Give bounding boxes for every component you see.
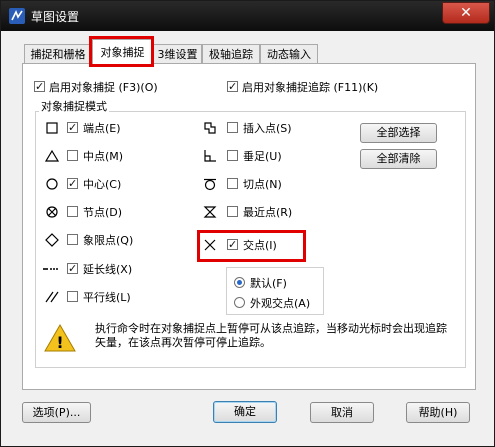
nearest-checkbox[interactable] bbox=[227, 206, 238, 217]
tab-dynamic-input[interactable]: 动态输入 bbox=[260, 44, 318, 63]
quadrant-checkbox[interactable] bbox=[67, 234, 78, 245]
apparent-intersection-radio[interactable] bbox=[234, 297, 245, 308]
node-icon bbox=[46, 206, 58, 218]
nearest-label: 最近点(R) bbox=[243, 206, 293, 219]
tab-snap-grid[interactable]: 捕捉和栅格 bbox=[24, 44, 92, 63]
parallel-checkbox[interactable] bbox=[67, 291, 78, 302]
diamond-quadrant-icon bbox=[45, 233, 59, 247]
apparent-intersection-label: 外观交点(A) bbox=[250, 297, 311, 310]
center-checkbox[interactable]: ✓ bbox=[67, 178, 78, 189]
center-label: 中心(C) bbox=[83, 178, 122, 191]
enable-tracking-label: 启用对象捕捉追踪 (F11)(K) bbox=[242, 81, 379, 94]
default-radio[interactable] bbox=[234, 277, 245, 288]
warning-icon: ! bbox=[44, 324, 76, 352]
options-button[interactable]: 选项(P)... bbox=[22, 402, 91, 423]
tangent-checkbox[interactable] bbox=[227, 178, 238, 189]
perpendicular-label: 垂足(U) bbox=[243, 150, 282, 163]
tab-highlight-box bbox=[89, 36, 154, 67]
extension-checkbox[interactable]: ✓ bbox=[67, 263, 78, 274]
extension-icon bbox=[43, 268, 58, 270]
tangent-icon bbox=[204, 178, 216, 191]
app-icon bbox=[9, 8, 25, 24]
drafting-settings-dialog: 草图设置 ✕ 捕捉和栅格 对象捕捉 3维设置 极轴追踪 动态输入 ✓ 启用对象捕… bbox=[0, 0, 495, 447]
quadrant-label: 象限点(Q) bbox=[83, 234, 134, 247]
help-button[interactable]: 帮助(H) bbox=[406, 402, 470, 423]
insertion-icon bbox=[204, 122, 216, 134]
cancel-button[interactable]: 取消 bbox=[310, 402, 374, 423]
enable-tracking-checkbox[interactable]: ✓ bbox=[227, 81, 238, 92]
title-bar[interactable]: 草图设置 ✕ bbox=[1, 1, 494, 31]
node-label: 节点(D) bbox=[83, 206, 123, 219]
tangent-label: 切点(N) bbox=[243, 178, 282, 191]
clear-all-button[interactable]: 全部清除 bbox=[360, 149, 437, 169]
enable-osnap-label: 启用对象捕捉 (F3)(O) bbox=[49, 81, 158, 94]
endpoint-checkbox[interactable]: ✓ bbox=[67, 122, 78, 133]
tab-3d-settings[interactable]: 3维设置 bbox=[153, 44, 202, 63]
nearest-icon bbox=[203, 206, 217, 218]
insertion-label: 插入点(S) bbox=[243, 122, 292, 135]
window-title: 草图设置 bbox=[31, 10, 80, 24]
parallel-icon bbox=[45, 291, 59, 303]
square-endpoint-icon bbox=[46, 122, 58, 134]
intersection-label: 交点(I) bbox=[243, 239, 277, 252]
node-checkbox[interactable] bbox=[67, 206, 78, 217]
tab-polar-tracking[interactable]: 极轴追踪 bbox=[202, 44, 260, 63]
default-radio-label: 默认(F) bbox=[250, 277, 287, 290]
midpoint-checkbox[interactable] bbox=[67, 150, 78, 161]
select-all-button[interactable]: 全部选择 bbox=[360, 123, 437, 143]
snap-modes-title: 对象捕捉模式 bbox=[39, 98, 109, 114]
perpendicular-checkbox[interactable] bbox=[227, 150, 238, 161]
enable-osnap-checkbox[interactable]: ✓ bbox=[34, 81, 45, 92]
close-button[interactable]: ✕ bbox=[442, 2, 490, 24]
parallel-label: 平行线(L) bbox=[83, 291, 131, 304]
tracking-hint-text: 执行命令时在对象捕捉点上暂停可从该点追踪，当移动光标时会出现追踪矢量，在该点再次… bbox=[95, 322, 447, 349]
midpoint-label: 中点(M) bbox=[83, 150, 124, 163]
intersection-icon bbox=[204, 239, 216, 251]
ok-button[interactable]: 确定 bbox=[213, 401, 277, 423]
intersection-checkbox[interactable]: ✓ bbox=[227, 239, 238, 250]
svg-text:!: ! bbox=[56, 333, 63, 352]
triangle-midpoint-icon bbox=[45, 149, 59, 162]
endpoint-label: 端点(E) bbox=[83, 122, 121, 135]
perpendicular-icon bbox=[204, 150, 216, 162]
extension-label: 延长线(X) bbox=[83, 263, 133, 276]
circle-center-icon bbox=[46, 178, 58, 190]
insertion-checkbox[interactable] bbox=[227, 122, 238, 133]
